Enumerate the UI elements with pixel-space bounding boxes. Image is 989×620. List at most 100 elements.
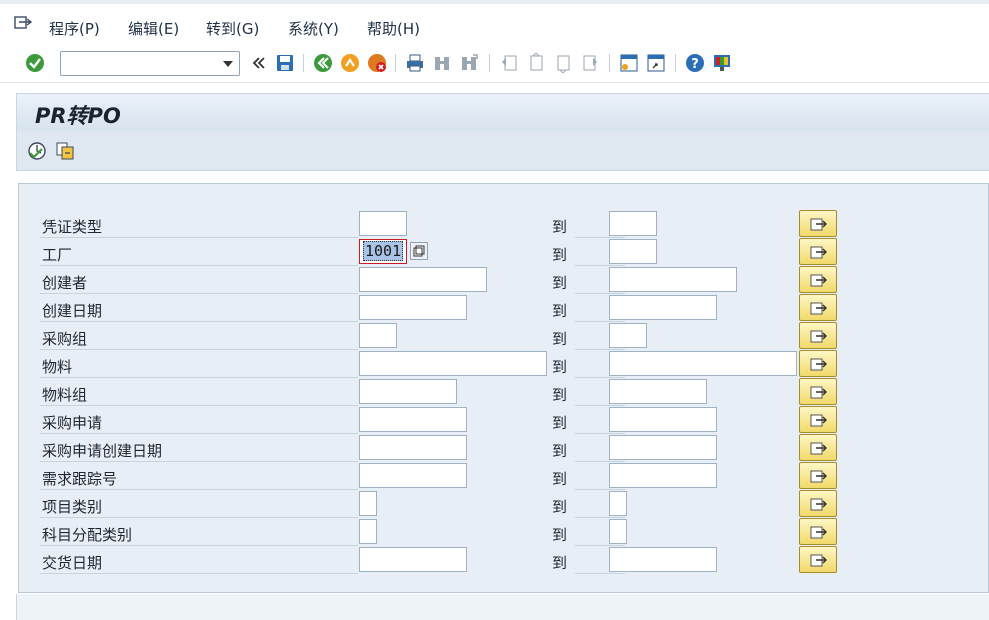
multiple-selection-icon — [810, 414, 827, 427]
multiple-selection-button[interactable] — [799, 266, 837, 293]
customize-layout-icon[interactable] — [712, 53, 732, 73]
back-icon[interactable] — [313, 53, 333, 73]
last-page-icon[interactable] — [580, 53, 600, 73]
selection-row-purch-group: 采购组 到 — [40, 322, 840, 351]
exit-icon[interactable] — [340, 53, 360, 73]
purch-req-low-input[interactable] — [359, 407, 467, 432]
selection-row-created-by: 创建者 到 — [40, 266, 840, 295]
multiple-selection-button[interactable] — [799, 518, 837, 545]
row-divider — [575, 489, 625, 490]
created-by-high-input[interactable] — [609, 267, 737, 292]
created-by-low-input[interactable] — [359, 267, 487, 292]
row-divider — [575, 377, 625, 378]
tracking-no-low-input[interactable] — [359, 463, 467, 488]
delivery-date-low-input[interactable] — [359, 547, 467, 572]
row-divider — [40, 321, 358, 322]
purch-group-high-input[interactable] — [609, 323, 647, 348]
enter-icon[interactable] — [25, 53, 45, 73]
svg-text:?: ? — [691, 57, 699, 72]
menu-help[interactable]: 帮助(H) — [367, 18, 420, 39]
first-page-icon[interactable] — [499, 53, 519, 73]
doc-type-low-input[interactable] — [359, 211, 407, 236]
material-low-input[interactable] — [359, 351, 547, 376]
menu-system[interactable]: 系统(Y) — [288, 18, 339, 39]
multiple-selection-icon — [810, 358, 827, 371]
multiple-selection-button[interactable] — [799, 406, 837, 433]
selection-row-tracking-no: 需求跟踪号 到 — [40, 462, 840, 491]
save-icon[interactable] — [275, 53, 295, 73]
row-divider — [575, 237, 625, 238]
multiple-selection-button[interactable] — [799, 462, 837, 489]
multiple-selection-icon — [810, 470, 827, 483]
toolbar-separator — [675, 54, 676, 72]
toolbar-separator — [303, 54, 304, 72]
help-icon[interactable]: ? — [685, 53, 705, 73]
purch-group-low-input[interactable] — [359, 323, 397, 348]
find-icon[interactable] — [432, 53, 452, 73]
to-label: 到 — [552, 358, 568, 376]
multiple-selection-button[interactable] — [799, 434, 837, 461]
get-variant-icon[interactable] — [55, 141, 75, 161]
multiple-selection-icon — [810, 386, 827, 399]
chevron-down-icon[interactable] — [223, 61, 233, 67]
multiple-selection-button[interactable] — [799, 210, 837, 237]
row-label: 工厂 — [42, 246, 73, 264]
command-field[interactable] — [60, 51, 240, 76]
req-created-on-low-input[interactable] — [359, 435, 467, 460]
multiple-selection-button[interactable] — [799, 238, 837, 265]
delivery-date-high-input[interactable] — [609, 547, 717, 572]
created-on-low-input[interactable] — [359, 295, 467, 320]
multiple-selection-button[interactable] — [799, 546, 837, 573]
multiple-selection-icon — [810, 246, 827, 259]
back-double-arrow-icon[interactable] — [249, 53, 269, 73]
doc-type-high-input[interactable] — [609, 211, 657, 236]
multiple-selection-button[interactable] — [799, 490, 837, 517]
material-group-high-input[interactable] — [609, 379, 707, 404]
multiple-selection-icon — [810, 442, 827, 455]
multiple-selection-button[interactable] — [799, 378, 837, 405]
cancel-icon[interactable] — [367, 53, 387, 73]
menu-logo-icon[interactable] — [14, 16, 32, 30]
menu-goto[interactable]: 转到(G) — [206, 18, 259, 39]
item-category-high-input[interactable] — [609, 491, 627, 516]
multiple-selection-icon — [810, 218, 827, 231]
selection-row-purch-req: 采购申请 到 — [40, 406, 840, 435]
shortcut-icon[interactable] — [646, 53, 666, 73]
toolbar-separator — [489, 54, 490, 72]
menu-program[interactable]: 程序(P) — [49, 18, 100, 39]
bottom-area — [16, 594, 989, 620]
multiple-selection-icon — [810, 526, 827, 539]
row-divider — [40, 265, 358, 266]
print-icon[interactable] — [405, 53, 425, 73]
item-category-low-input[interactable] — [359, 491, 377, 516]
created-on-high-input[interactable] — [609, 295, 717, 320]
multiple-selection-button[interactable] — [799, 350, 837, 377]
acct-assignment-high-input[interactable] — [609, 519, 627, 544]
tracking-no-high-input[interactable] — [609, 463, 717, 488]
menu-edit[interactable]: 编辑(E) — [128, 18, 179, 39]
material-high-input[interactable] — [609, 351, 797, 376]
prev-page-icon[interactable] — [526, 53, 546, 73]
find-next-icon[interactable] — [459, 53, 479, 73]
purch-req-high-input[interactable] — [609, 407, 717, 432]
value-help-button[interactable] — [410, 242, 428, 260]
row-label: 创建日期 — [42, 302, 103, 320]
selection-row-req-created-on: 采购申请创建日期 到 — [40, 434, 840, 463]
to-label: 到 — [552, 554, 568, 572]
acct-assignment-low-input[interactable] — [359, 519, 377, 544]
plant-low-value: 1001 — [363, 241, 404, 261]
next-page-icon[interactable] — [553, 53, 573, 73]
execute-icon[interactable] — [27, 141, 47, 161]
req-created-on-high-input[interactable] — [609, 435, 717, 460]
material-group-low-input[interactable] — [359, 379, 457, 404]
plant-low-input[interactable]: 1001 — [359, 239, 407, 264]
to-label: 到 — [552, 414, 568, 432]
multiple-selection-button[interactable] — [799, 294, 837, 321]
multiple-selection-button[interactable] — [799, 322, 837, 349]
row-divider — [575, 461, 625, 462]
row-divider — [40, 349, 358, 350]
plant-high-input[interactable] — [609, 239, 657, 264]
row-label: 创建者 — [42, 274, 88, 292]
new-session-icon[interactable] — [619, 53, 639, 73]
row-divider — [40, 461, 358, 462]
